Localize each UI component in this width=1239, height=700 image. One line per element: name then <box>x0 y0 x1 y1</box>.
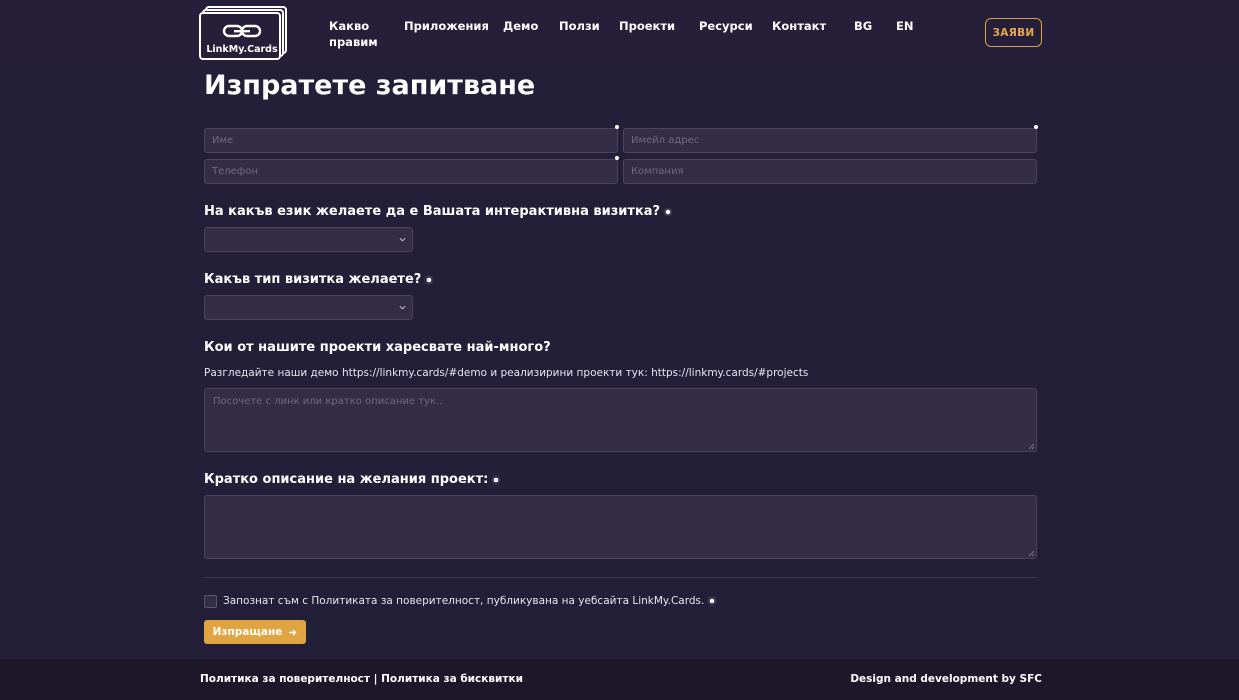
nav-item-projects[interactable]: Проекти <box>619 18 675 34</box>
phone-field[interactable] <box>204 159 618 184</box>
consent-checkbox[interactable] <box>204 595 217 608</box>
description-textarea[interactable] <box>204 495 1037 559</box>
name-field[interactable] <box>204 128 618 153</box>
card-type-select[interactable] <box>204 295 413 320</box>
resize-handle-icon[interactable] <box>1028 550 1035 557</box>
cookie-policy-link[interactable]: Политика за бисквитки <box>381 673 523 685</box>
arrow-right-icon <box>289 629 297 635</box>
logo-text: LinkMy.Cards <box>206 44 278 55</box>
card-type-question-text: Какъв тип визитка желаете? <box>204 272 422 287</box>
submit-button[interactable]: Изпращане <box>204 620 306 644</box>
chevron-down-icon <box>399 237 406 242</box>
nav-item-resources[interactable]: Ресурси <box>699 18 753 34</box>
required-marker <box>666 209 671 214</box>
projects-textarea[interactable]: Посочете с линк или кратко описание тук.… <box>204 388 1037 452</box>
nav-item-what-we-do[interactable]: Какво правим <box>329 18 378 50</box>
required-marker <box>710 599 715 603</box>
company-field[interactable] <box>623 159 1037 184</box>
language-question-label: На какъв език желаете да е Вашата интера… <box>204 204 671 219</box>
required-marker <box>1034 125 1038 129</box>
nav-item-benefits[interactable]: Ползи <box>559 18 600 34</box>
page-title: Изпратете запитване <box>204 70 536 101</box>
required-marker <box>615 156 619 160</box>
language-select[interactable] <box>204 227 413 252</box>
consent-text: Запознат съм с Политиката за поверително… <box>223 595 705 607</box>
apply-button[interactable]: ЗАЯВИ <box>985 18 1042 47</box>
footer-separator: | <box>373 673 378 685</box>
card-type-question-label: Какъв тип визитка желаете? <box>204 272 432 287</box>
consent-label: Запознат съм с Политиката за поверително… <box>223 595 715 607</box>
nav-item-lang-bg[interactable]: BG <box>854 18 872 34</box>
nav-item-label-line1: Какво <box>329 19 370 33</box>
nav-item-lang-en[interactable]: EN <box>896 18 913 34</box>
site-footer: Политика за поверителност | Политика за … <box>0 659 1239 700</box>
footer-links: Политика за поверителност | Политика за … <box>200 673 523 685</box>
required-marker <box>427 277 432 282</box>
projects-hint: Разгледайте наши демо https://linkmy.car… <box>204 367 809 379</box>
description-question-text: Кратко описание на желания проект: <box>204 472 489 487</box>
email-field[interactable] <box>623 128 1037 153</box>
projects-textarea-placeholder: Посочете с линк или кратко описание тук.… <box>213 396 443 407</box>
nav-item-demo[interactable]: Демо <box>503 18 538 34</box>
projects-question-label: Кои от нашите проекти харесвате най-мног… <box>204 340 551 355</box>
required-marker <box>615 125 619 129</box>
nav-item-contact[interactable]: Контакт <box>772 18 826 34</box>
site-header: LinkMy.Cards Какво правим Приложения Дем… <box>0 0 1239 66</box>
chevron-down-icon <box>399 305 406 310</box>
required-marker <box>494 477 499 482</box>
nav-item-applications[interactable]: Приложения <box>404 18 489 34</box>
submit-button-label: Изпращане <box>212 626 283 638</box>
logo[interactable]: LinkMy.Cards <box>199 6 289 60</box>
language-question-text: На какъв език желаете да е Вашата интера… <box>204 204 661 219</box>
chain-link-icon <box>222 24 262 38</box>
logo-card-front: LinkMy.Cards <box>199 12 281 60</box>
description-question-label: Кратко описание на желания проект: <box>204 472 499 487</box>
footer-credit[interactable]: Design and development by SFC <box>850 673 1042 685</box>
divider <box>204 577 1037 578</box>
privacy-policy-link[interactable]: Политика за поверителност <box>200 673 370 685</box>
resize-handle-icon[interactable] <box>1028 443 1035 450</box>
nav-item-label-line2: правим <box>329 35 378 49</box>
